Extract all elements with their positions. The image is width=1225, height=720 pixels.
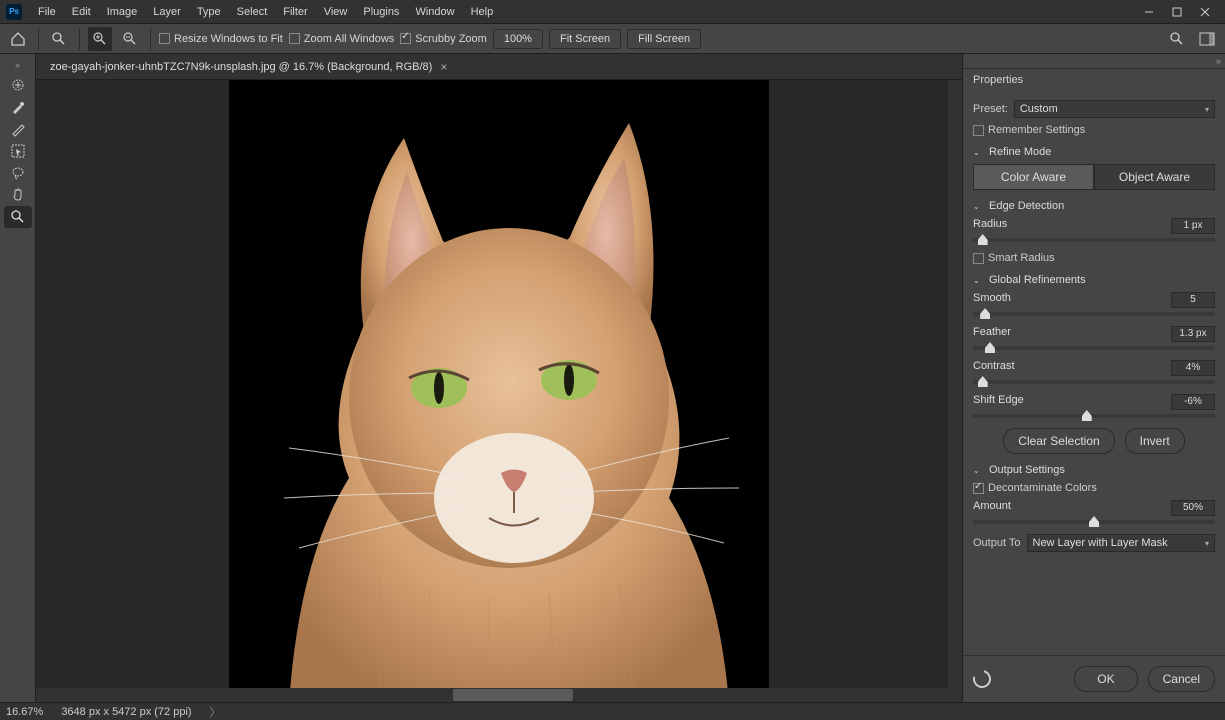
minimize-button[interactable] — [1135, 2, 1163, 22]
ok-button[interactable]: OK — [1074, 666, 1137, 692]
search-icon[interactable] — [1165, 27, 1189, 51]
hand-tool[interactable] — [4, 184, 32, 206]
chevron-down-icon: ⌄ — [973, 466, 983, 475]
menu-type[interactable]: Type — [189, 2, 229, 22]
properties-panel: » Properties Preset: Custom▾ Remember Se… — [962, 54, 1225, 702]
close-button[interactable] — [1191, 2, 1219, 22]
zoom-tool[interactable] — [4, 206, 32, 228]
document-dimensions: 3648 px x 5472 px (72 ppi) — [61, 706, 191, 718]
menu-file[interactable]: File — [30, 2, 64, 22]
home-icon[interactable] — [6, 27, 30, 51]
status-caret-icon[interactable]: 〉 — [210, 704, 221, 720]
feather-slider[interactable] — [973, 346, 1215, 350]
invert-button[interactable]: Invert — [1125, 428, 1185, 454]
window-controls — [1135, 2, 1219, 22]
global-refinements-header[interactable]: ⌄Global Refinements — [973, 274, 1215, 286]
smooth-slider[interactable] — [973, 312, 1215, 316]
canvas-area: zoe-gayah-jonker-uhnbTZC7N9k-unsplash.jp… — [36, 54, 962, 702]
clear-selection-button[interactable]: Clear Selection — [1003, 428, 1114, 454]
contrast-value[interactable]: 4% — [1171, 360, 1215, 376]
menu-image[interactable]: Image — [99, 2, 146, 22]
menu-window[interactable]: Window — [407, 2, 462, 22]
chevron-down-icon: ⌄ — [973, 276, 983, 285]
title-bar: Ps File Edit Image Layer Type Select Fil… — [0, 0, 1225, 24]
decontaminate-checkbox[interactable]: Decontaminate Colors — [973, 482, 1097, 494]
maximize-button[interactable] — [1163, 2, 1191, 22]
amount-value[interactable]: 50% — [1171, 500, 1215, 516]
expand-toolbar-icon[interactable]: » — [15, 60, 20, 74]
menu-view[interactable]: View — [316, 2, 356, 22]
object-aware-button[interactable]: Object Aware — [1094, 164, 1215, 190]
radius-value[interactable]: 1 px — [1171, 218, 1215, 234]
zoom-100-button[interactable]: 100% — [493, 29, 543, 49]
contrast-label: Contrast — [973, 360, 1015, 376]
shift-edge-slider[interactable] — [973, 414, 1215, 418]
status-bar: 16.67% 3648 px x 5472 px (72 ppi) 〉 — [0, 702, 1225, 720]
resize-to-fit-checkbox[interactable]: Resize Windows to Fit — [159, 33, 283, 45]
smooth-label: Smooth — [973, 292, 1011, 308]
object-select-tool[interactable] — [4, 140, 32, 162]
menu-layer[interactable]: Layer — [145, 2, 189, 22]
menu-plugins[interactable]: Plugins — [355, 2, 407, 22]
edge-detection-header[interactable]: ⌄Edge Detection — [973, 200, 1215, 212]
zoom-all-checkbox[interactable]: Zoom All Windows — [289, 33, 394, 45]
menu-edit[interactable]: Edit — [64, 2, 99, 22]
menu-bar: File Edit Image Layer Type Select Filter… — [30, 2, 1135, 22]
fill-screen-button[interactable]: Fill Screen — [627, 29, 701, 49]
output-to-label: Output To — [973, 537, 1021, 549]
horizontal-scrollbar[interactable] — [36, 688, 962, 702]
output-to-dropdown[interactable]: New Layer with Layer Mask▾ — [1027, 534, 1216, 552]
workspace-icon[interactable] — [1195, 27, 1219, 51]
document-tabs: zoe-gayah-jonker-uhnbTZC7N9k-unsplash.jp… — [36, 54, 962, 80]
color-aware-button[interactable]: Color Aware — [973, 164, 1094, 190]
zoom-level[interactable]: 16.67% — [6, 706, 43, 718]
zoom-in-icon[interactable] — [88, 27, 112, 51]
scrubby-zoom-checkbox[interactable]: Scrubby Zoom — [400, 33, 487, 45]
contrast-slider[interactable] — [973, 380, 1215, 384]
preset-label: Preset: — [973, 103, 1008, 115]
canvas[interactable] — [36, 80, 962, 702]
preset-dropdown[interactable]: Custom▾ — [1014, 100, 1215, 118]
chevron-down-icon: ⌄ — [973, 202, 983, 211]
menu-filter[interactable]: Filter — [275, 2, 315, 22]
amount-label: Amount — [973, 500, 1011, 516]
close-tab-icon[interactable]: × — [440, 60, 447, 74]
radius-label: Radius — [973, 218, 1007, 234]
chevron-down-icon: ▾ — [1205, 539, 1209, 548]
options-bar: Resize Windows to Fit Zoom All Windows S… — [0, 24, 1225, 54]
menu-select[interactable]: Select — [229, 2, 276, 22]
shift-edge-value[interactable]: -6% — [1171, 394, 1215, 410]
tab-title: zoe-gayah-jonker-uhnbTZC7N9k-unsplash.jp… — [50, 61, 432, 73]
shift-edge-label: Shift Edge — [973, 394, 1024, 410]
smart-radius-checkbox[interactable]: Smart Radius — [973, 252, 1055, 264]
app-logo: Ps — [6, 4, 22, 20]
output-settings-header[interactable]: ⌄Output Settings — [973, 464, 1215, 476]
refine-mode-header[interactable]: ⌄Refine Mode — [973, 146, 1215, 158]
document-tab[interactable]: zoe-gayah-jonker-uhnbTZC7N9k-unsplash.jp… — [42, 54, 455, 79]
zoom-out-icon[interactable] — [118, 27, 142, 51]
brush-tool[interactable] — [4, 118, 32, 140]
chevron-down-icon: ⌄ — [973, 148, 983, 157]
collapse-panel-icon[interactable]: » — [963, 54, 1225, 68]
menu-help[interactable]: Help — [463, 2, 502, 22]
reset-icon[interactable] — [970, 667, 995, 692]
remember-settings-checkbox[interactable]: Remember Settings — [973, 124, 1085, 136]
lasso-tool[interactable] — [4, 162, 32, 184]
amount-slider[interactable] — [973, 520, 1215, 524]
chevron-down-icon: ▾ — [1205, 105, 1209, 114]
vertical-scrollbar[interactable] — [948, 80, 962, 702]
feather-label: Feather — [973, 326, 1011, 342]
quick-select-tool[interactable] — [4, 74, 32, 96]
cancel-button[interactable]: Cancel — [1148, 666, 1215, 692]
zoom-tool-icon[interactable] — [47, 27, 71, 51]
image — [229, 80, 769, 702]
feather-value[interactable]: 1.3 px — [1171, 326, 1215, 342]
refine-edge-brush[interactable] — [4, 96, 32, 118]
smooth-value[interactable]: 5 — [1171, 292, 1215, 308]
properties-tab[interactable]: Properties — [963, 69, 1033, 92]
radius-slider[interactable] — [973, 238, 1215, 242]
left-toolbar: » — [0, 54, 36, 702]
fit-screen-button[interactable]: Fit Screen — [549, 29, 621, 49]
